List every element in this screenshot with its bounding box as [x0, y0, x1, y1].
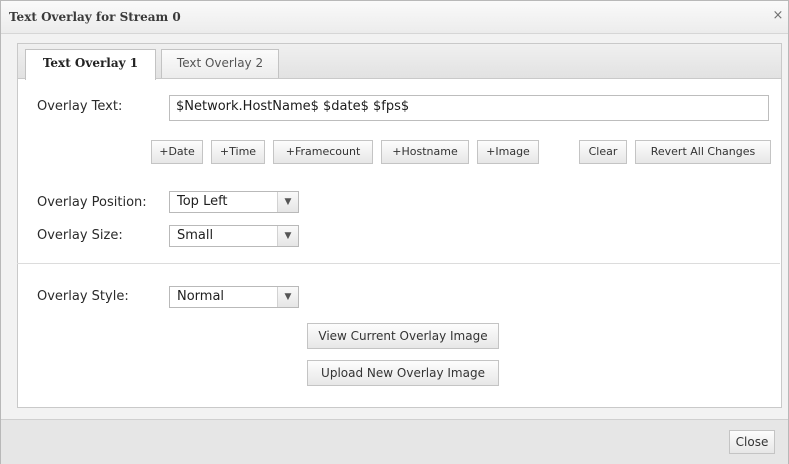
- overlay-text-label: Overlay Text:: [37, 99, 123, 114]
- section-divider: [17, 263, 780, 264]
- overlay-position-value: Top Left: [177, 194, 228, 209]
- overlay-style-select[interactable]: Normal ▼: [169, 286, 299, 308]
- overlay-size-value: Small: [177, 228, 214, 243]
- dialog-title: Text Overlay for Stream 0: [9, 10, 181, 24]
- tab-text-overlay-2[interactable]: Text Overlay 2: [161, 49, 279, 78]
- overlay-position-label: Overlay Position:: [37, 195, 147, 210]
- chevron-down-icon: ▼: [277, 192, 298, 212]
- overlay-style-label: Overlay Style:: [37, 289, 129, 304]
- tab-text-overlay-1[interactable]: Text Overlay 1: [25, 49, 156, 80]
- overlay-style-value: Normal: [177, 289, 225, 304]
- overlay-size-label: Overlay Size:: [37, 228, 123, 243]
- add-time-button[interactable]: +Time: [211, 140, 265, 164]
- clear-button[interactable]: Clear: [579, 140, 627, 164]
- overlay-position-select[interactable]: Top Left ▼: [169, 191, 299, 213]
- view-current-overlay-image-button[interactable]: View Current Overlay Image: [307, 323, 499, 349]
- close-button[interactable]: Close: [729, 430, 775, 454]
- text-overlay-dialog: Text Overlay for Stream 0 × Text Overlay…: [0, 0, 789, 464]
- add-framecount-button[interactable]: +Framecount: [273, 140, 373, 164]
- add-hostname-button[interactable]: +Hostname: [381, 140, 469, 164]
- upload-new-overlay-image-button[interactable]: Upload New Overlay Image: [307, 360, 499, 386]
- tab-strip: Text Overlay 1 Text Overlay 2: [18, 44, 781, 80]
- chevron-down-icon: ▼: [277, 287, 298, 307]
- add-image-button[interactable]: +Image: [477, 140, 539, 164]
- dialog-titlebar[interactable]: Text Overlay for Stream 0 ×: [1, 1, 788, 34]
- chevron-down-icon: ▼: [277, 226, 298, 246]
- close-icon[interactable]: ×: [771, 9, 785, 23]
- revert-all-changes-button[interactable]: Revert All Changes: [635, 140, 771, 164]
- overlay-size-select[interactable]: Small ▼: [169, 225, 299, 247]
- add-date-button[interactable]: +Date: [151, 140, 203, 164]
- overlay-text-input[interactable]: $Network.HostName$ $date$ $fps$: [169, 95, 769, 121]
- dialog-footer: Close: [1, 419, 788, 464]
